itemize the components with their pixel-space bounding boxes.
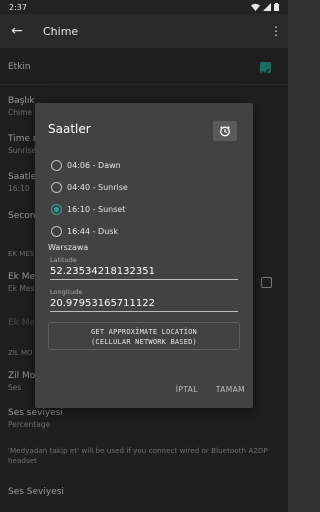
cancel-button[interactable]: İPTAL xyxy=(176,385,198,394)
radio-button-selected[interactable] xyxy=(51,204,62,215)
signal-icon xyxy=(263,3,271,11)
radio-button[interactable] xyxy=(51,160,62,171)
radio-button[interactable] xyxy=(51,182,62,193)
status-bar: 2:37 xyxy=(0,0,288,14)
latitude-field[interactable]: 52.23534218132351 xyxy=(50,266,238,280)
radio-label: 16:44 - Dusk xyxy=(67,227,119,236)
location-name: Warszawa xyxy=(48,243,89,252)
dialog-title: Saatler xyxy=(48,122,91,136)
radio-label: 04:40 - Sunrise xyxy=(67,183,128,192)
wifi-icon xyxy=(251,3,260,11)
button-label-line2: (CELLULAR NETWORK BASED) xyxy=(91,338,197,346)
page-title: Chime xyxy=(43,24,79,38)
radio-option-dawn[interactable]: 04:06 - Dawn xyxy=(51,160,121,171)
ok-button[interactable]: TAMAM xyxy=(216,385,245,394)
radio-label: 16:10 - Sunset xyxy=(67,205,126,214)
timer-button[interactable] xyxy=(213,121,237,141)
latitude-label: Latitude xyxy=(50,256,77,264)
button-label-line1: GET APPROXİMATE LOCATİON xyxy=(91,328,197,336)
battery-icon xyxy=(274,3,279,11)
radio-option-dusk[interactable]: 16:44 - Dusk xyxy=(51,226,118,237)
radio-option-sunset[interactable]: 16:10 - Sunset xyxy=(51,204,125,215)
get-approximate-location-button[interactable]: GET APPROXİMATE LOCATİON (CELLULAR NETWO… xyxy=(48,322,240,350)
times-dialog: Saatler 04:06 - Dawn 04:40 - Sunrise 16:… xyxy=(35,103,253,408)
longitude-field[interactable]: 20.97953165711122 xyxy=(50,298,238,312)
longitude-label: Longitude xyxy=(50,288,83,296)
dialog-actions: İPTAL TAMAM xyxy=(176,385,245,394)
status-time: 2:37 xyxy=(9,2,27,12)
radio-button[interactable] xyxy=(51,226,62,237)
radio-label: 04:06 - Dawn xyxy=(67,161,121,170)
timer-icon xyxy=(220,126,230,137)
back-arrow-icon[interactable]: ← xyxy=(0,23,34,39)
radio-option-sunrise[interactable]: 04:40 - Sunrise xyxy=(51,182,128,193)
overflow-menu-icon[interactable]: ⋮ xyxy=(264,24,288,38)
app-bar: ← Chime ⋮ xyxy=(0,14,288,48)
